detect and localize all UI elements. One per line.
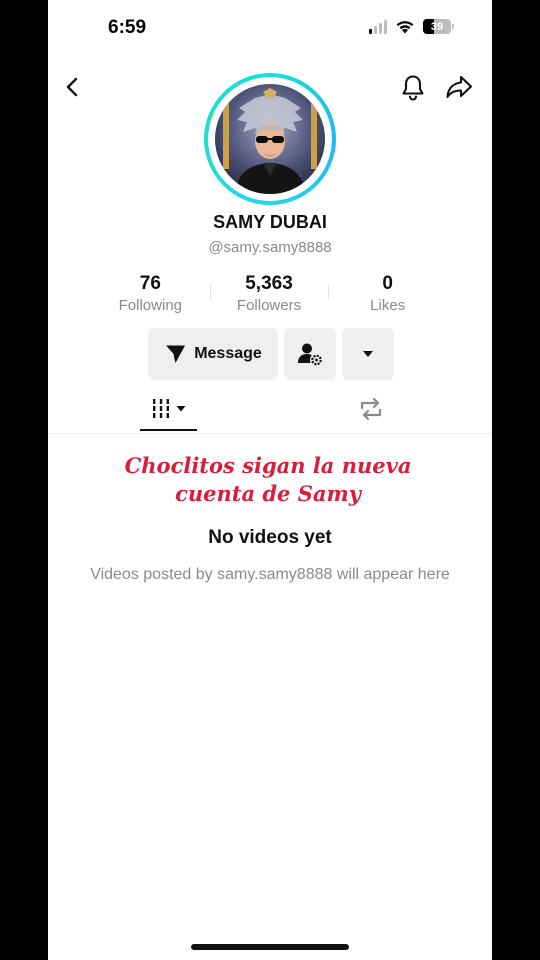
stat-followers[interactable]: 5,363 Followers xyxy=(209,273,329,314)
signal-icon xyxy=(369,19,387,34)
send-icon xyxy=(164,344,186,363)
stat-likes[interactable]: 0 Likes xyxy=(328,273,447,314)
avatar xyxy=(215,84,325,194)
stat-following[interactable]: 76 Following xyxy=(91,273,210,314)
dropdown-caret-icon xyxy=(176,405,186,411)
stat-value: 76 xyxy=(139,273,161,294)
profile-actions: Message xyxy=(148,328,394,380)
repost-icon xyxy=(360,397,382,421)
profile-screen: 6:59 39 SAMY DUBAI @samy.samy8888 76 Fol… xyxy=(48,0,492,960)
message-label: Message xyxy=(194,345,262,362)
overlay-caption: Choclitos sigan la nueva cuenta de Samy xyxy=(124,453,412,506)
tab-reposts[interactable] xyxy=(356,394,386,424)
username: @samy.samy8888 xyxy=(208,239,332,256)
stat-label: Following xyxy=(118,297,183,314)
user-settings-button[interactable] xyxy=(284,328,336,380)
videos-grid-icon xyxy=(153,398,169,418)
avatar-ring[interactable] xyxy=(204,73,336,205)
profile-stats: 76 Following 5,363 Followers 0 Likes xyxy=(91,273,447,314)
stat-label: Likes xyxy=(370,297,406,314)
display-name: SAMY DUBAI xyxy=(213,212,327,232)
stat-value: 0 xyxy=(382,273,393,294)
battery-percent: 39 xyxy=(430,20,444,33)
home-indicator[interactable] xyxy=(191,944,349,950)
content-tabs xyxy=(48,392,492,434)
user-settings-icon xyxy=(298,343,322,366)
stat-label: Followers xyxy=(236,297,302,314)
bell-icon[interactable] xyxy=(396,70,430,104)
battery-icon: 39 xyxy=(423,19,451,34)
status-time: 6:59 xyxy=(108,17,147,38)
message-button[interactable]: Message xyxy=(148,328,278,380)
empty-state-title: No videos yet xyxy=(208,527,332,548)
status-icons: 39 xyxy=(369,19,454,34)
stat-value: 5,363 xyxy=(245,273,293,294)
empty-state-description: Videos posted by samy.samy8888 will appe… xyxy=(90,566,450,583)
tab-videos[interactable] xyxy=(140,392,197,431)
back-chevron-icon[interactable] xyxy=(56,70,90,104)
wifi-icon xyxy=(396,21,414,34)
more-options-button[interactable] xyxy=(342,328,394,380)
share-icon[interactable] xyxy=(442,70,476,104)
caret-down-icon xyxy=(363,351,373,357)
